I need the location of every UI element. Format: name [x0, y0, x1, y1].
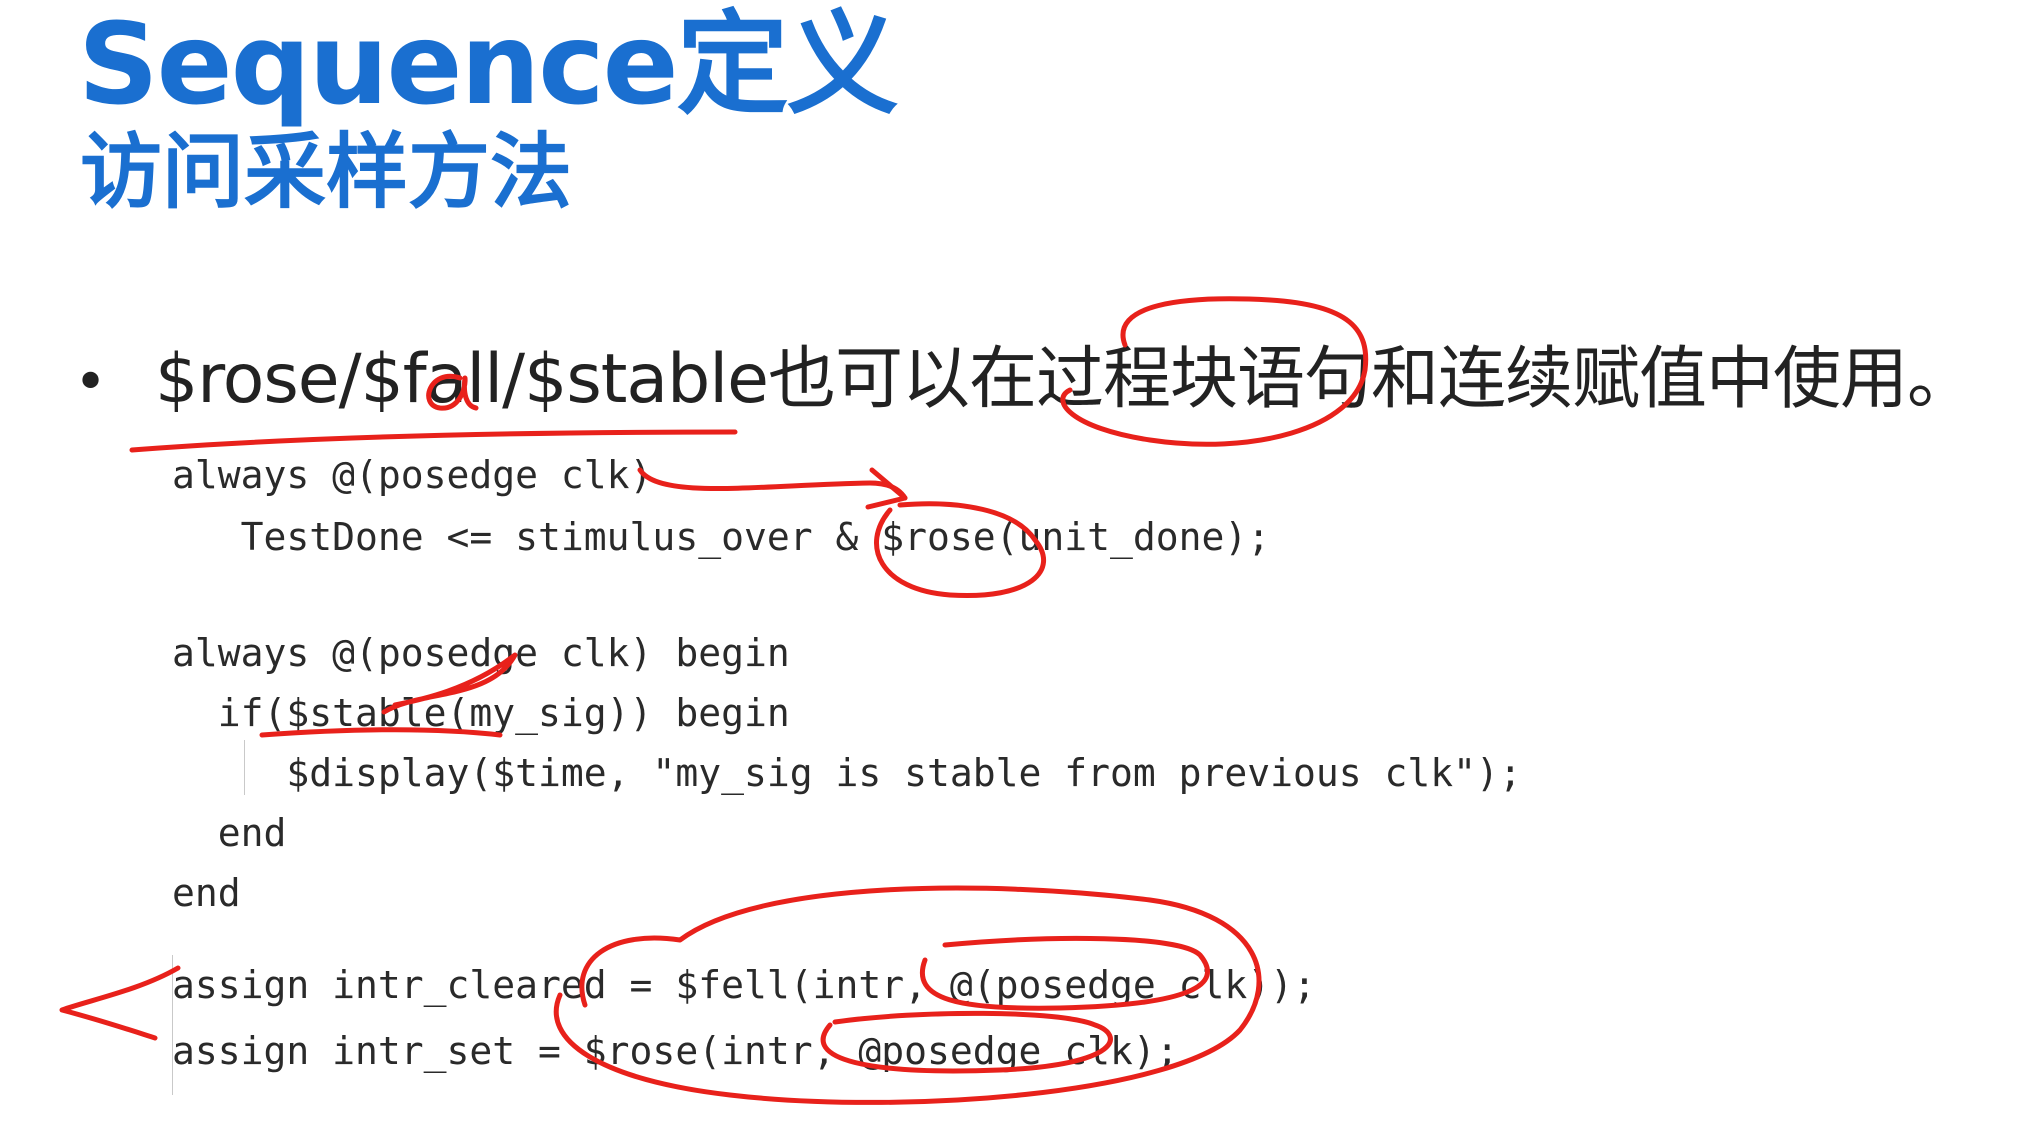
ink-underline-stable	[259, 727, 503, 738]
ink-circle-posedge-rose	[820, 1010, 1113, 1074]
ink-arrow-to-rose	[637, 467, 908, 501]
ink-squiggle-posedge	[381, 652, 518, 715]
ink-circle-rose	[874, 501, 1047, 599]
red-ink-annotations	[59, 296, 1369, 1105]
ink-circle-posedge-fell	[920, 935, 1210, 1011]
ink-left-arrow	[59, 965, 181, 1041]
ink-handwritten-a	[426, 373, 479, 411]
ink-underline-bullet	[129, 429, 738, 453]
ink-circle-procedural	[1060, 296, 1369, 447]
